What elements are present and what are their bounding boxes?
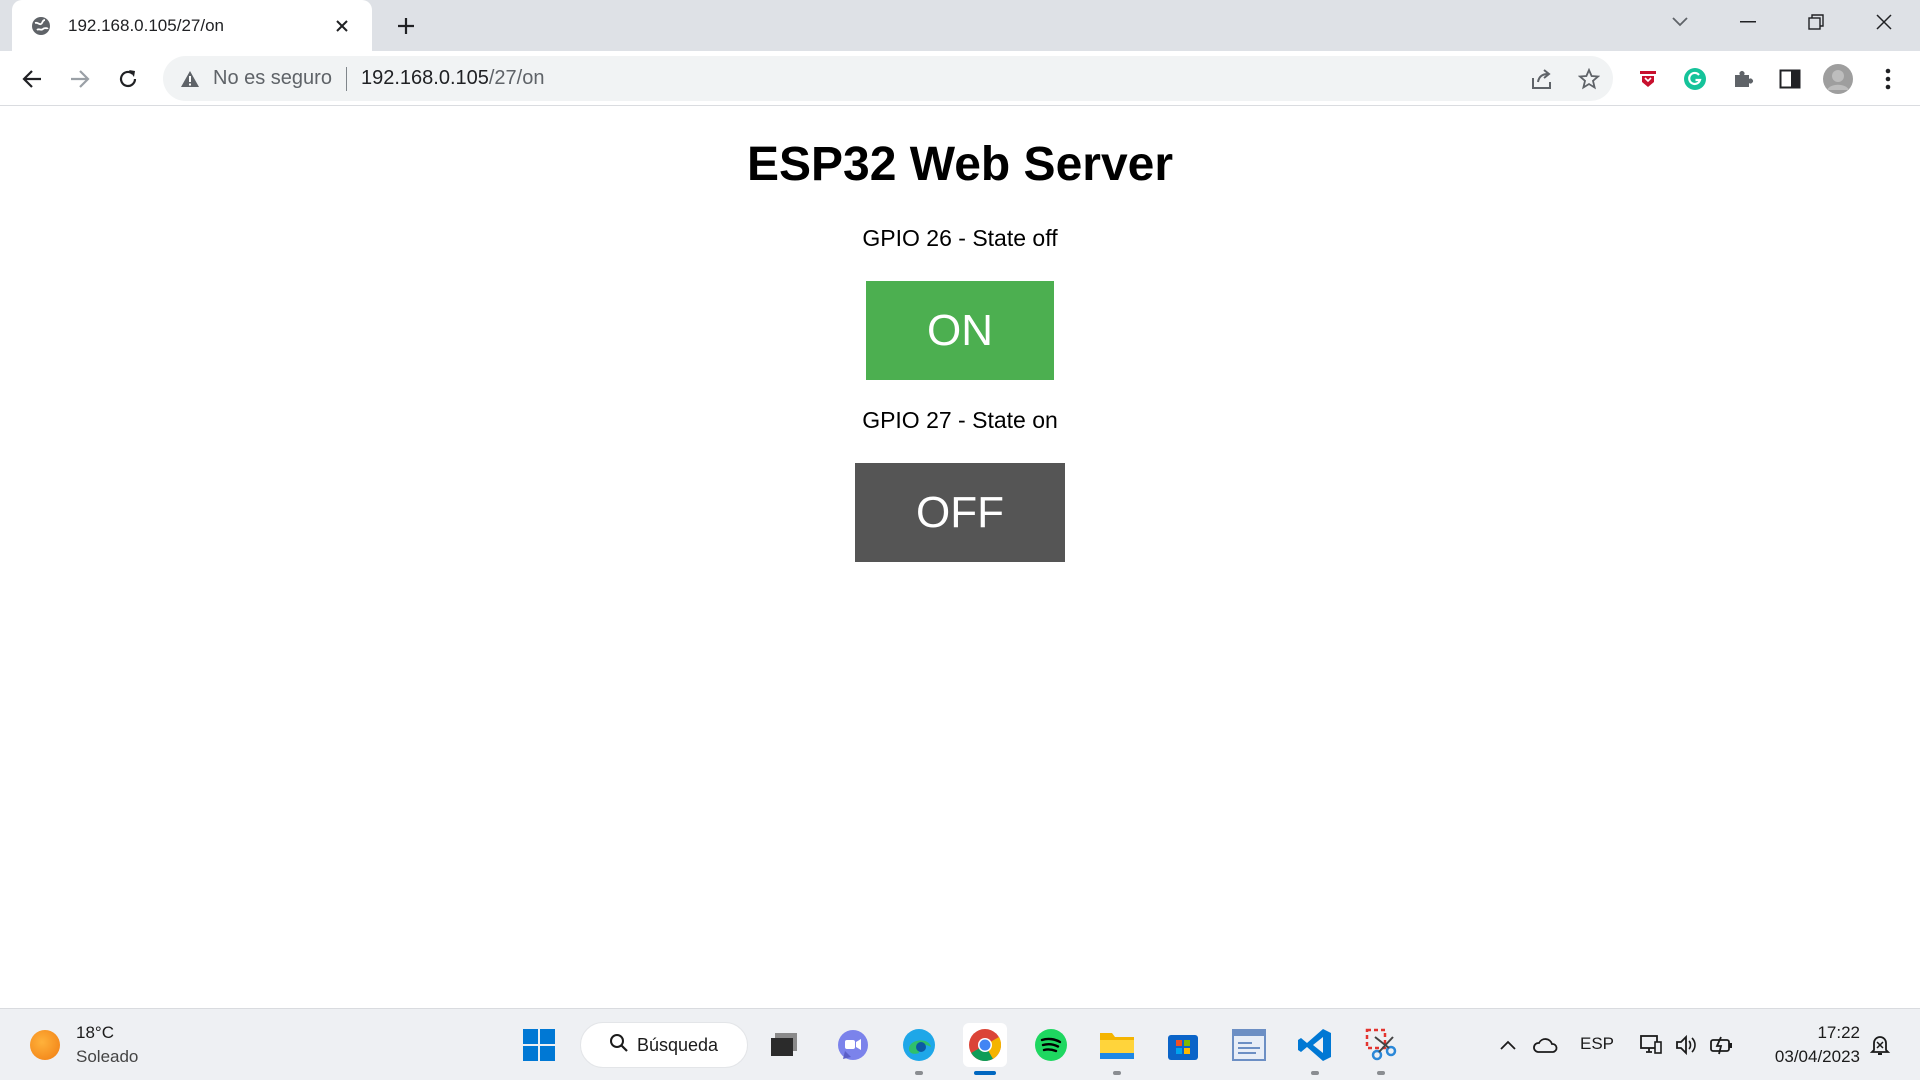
spotify-icon[interactable] [1029,1023,1073,1067]
gpio-27-status: GPIO 27 - State on [862,407,1058,433]
vscode-icon[interactable] [1293,1023,1337,1075]
forward-icon[interactable] [63,62,97,96]
weather-widget[interactable]: 18°C Soleado [30,1021,138,1069]
warning-icon[interactable] [179,68,201,90]
search-label: Búsqueda [637,1034,719,1055]
tab-search-icon[interactable] [1650,0,1710,44]
search-icon [609,1033,629,1058]
volume-icon[interactable] [1672,1031,1700,1059]
browser-tab[interactable]: 192.168.0.105/27/on [12,0,372,51]
minimize-icon[interactable] [1718,0,1778,44]
notifications-icon[interactable] [1866,1031,1894,1059]
page-title: ESP32 Web Server [746,138,1174,191]
tab-strip: 192.168.0.105/27/on [0,0,1920,51]
clock[interactable]: 17:22 03/04/2023 [1740,1021,1860,1069]
app-window-icon[interactable] [1227,1023,1271,1067]
gpio-26-on-button[interactable]: ON [866,281,1054,380]
store-icon[interactable] [1161,1023,1205,1067]
new-tab-button[interactable] [390,10,422,42]
omnibox-separator [345,66,347,91]
clock-time: 17:22 [1817,1023,1860,1042]
running-indicator [1113,1071,1121,1075]
language-indicator[interactable]: ESP [1580,1034,1614,1054]
address-bar[interactable]: No es seguro 192.168.0.105 /27/on [163,56,1613,101]
globe-icon [30,15,52,37]
teams-icon[interactable] [831,1023,875,1067]
onedrive-icon[interactable] [1531,1031,1559,1059]
grammarly-extension-icon[interactable] [1679,63,1711,95]
side-panel-icon[interactable] [1774,63,1806,95]
close-window-icon[interactable] [1854,0,1914,44]
start-icon[interactable] [517,1023,561,1067]
chrome-icon[interactable] [963,1023,1007,1075]
file-explorer-icon[interactable] [1095,1023,1139,1075]
security-label[interactable]: No es seguro [213,67,332,90]
running-indicator [1311,1071,1319,1075]
clock-date: 03/04/2023 [1774,1047,1860,1066]
reload-icon[interactable] [111,62,145,96]
menu-kebab-icon[interactable] [1872,63,1904,95]
taskbar-search[interactable]: Búsqueda [580,1022,748,1068]
weather-temp: 18°C [76,1023,114,1042]
restore-icon[interactable] [1786,0,1846,44]
extensions-puzzle-icon[interactable] [1727,63,1759,95]
browser-toolbar: No es seguro 192.168.0.105 /27/on [0,51,1920,106]
mcafee-extension-icon[interactable] [1632,63,1664,95]
running-indicator [915,1071,923,1075]
chevron-up-icon[interactable] [1494,1031,1522,1059]
sun-icon [30,1030,60,1060]
battery-icon[interactable] [1708,1031,1736,1059]
snipping-tool-icon[interactable] [1359,1023,1403,1075]
profile-avatar[interactable] [1822,63,1854,95]
url-path: /27/on [488,67,545,89]
close-tab-icon[interactable] [328,12,356,40]
web-page: ESP32 Web Server GPIO 26 - State off ON … [0,107,1920,1008]
bookmark-star-icon[interactable] [1576,66,1602,92]
back-icon[interactable] [15,62,49,96]
running-indicator [1377,1071,1385,1075]
active-indicator [974,1071,996,1075]
edge-icon[interactable] [897,1023,941,1075]
task-view-icon[interactable] [762,1023,806,1067]
gpio-26-status: GPIO 26 - State off [862,225,1058,251]
url-host: 192.168.0.105 [360,67,489,89]
share-icon[interactable] [1529,66,1555,92]
weather-condition: Soleado [76,1047,139,1066]
tab-title: 192.168.0.105/27/on [68,15,224,35]
network-icon[interactable] [1637,1031,1665,1059]
gpio-27-off-button[interactable]: OFF [855,463,1065,562]
taskbar: 18°C Soleado Búsqueda ESP 17:22 03/04/20… [0,1008,1920,1080]
